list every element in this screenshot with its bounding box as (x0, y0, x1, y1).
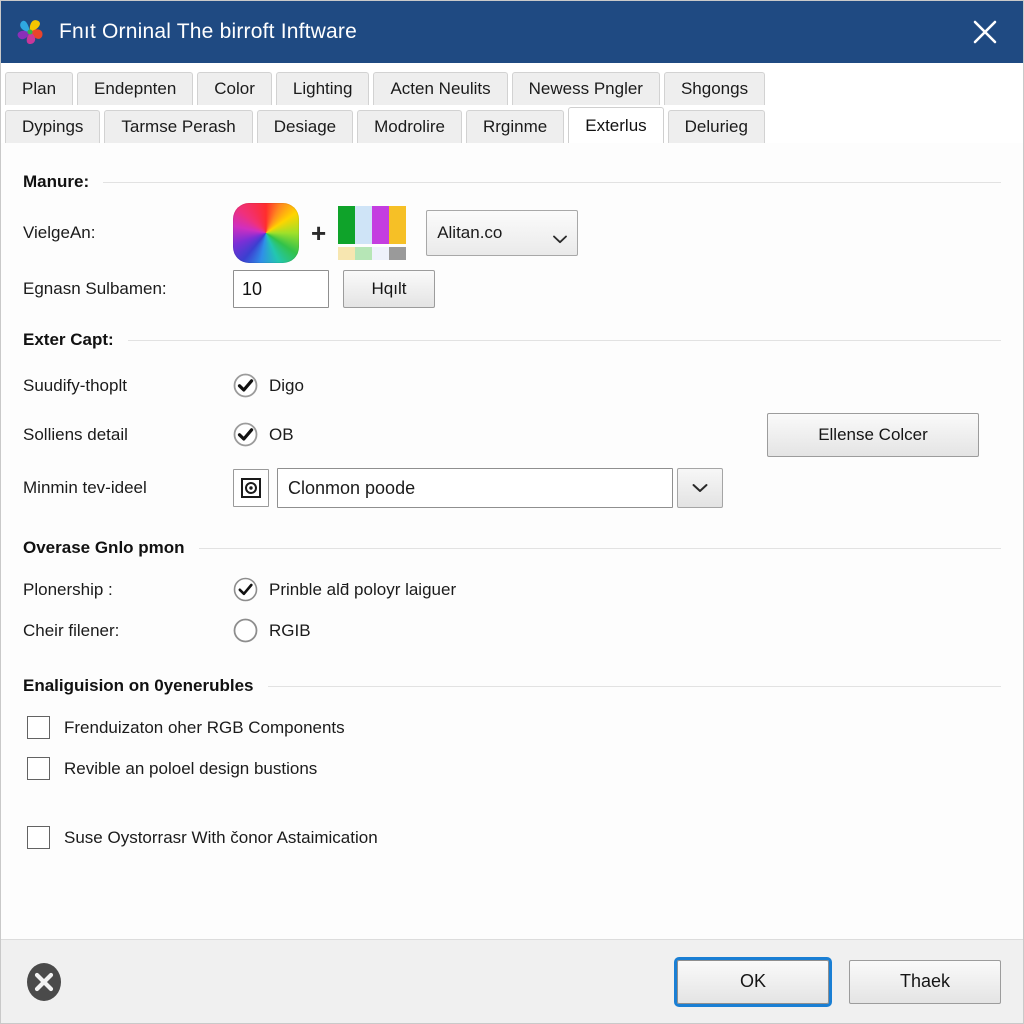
checkbox-label-frenduizaton: Frenduizaton oher RGB Components (64, 717, 345, 737)
label-cheir-filener: Cheir filener: (23, 620, 120, 640)
window-title: Fnıt Orninal The birroft Inftware (59, 20, 357, 43)
check-circle-icon[interactable] (233, 373, 258, 398)
label-suudify-thoplt: Suudify-thoplt (23, 375, 127, 395)
option-label-digo: Digo (269, 375, 304, 395)
checkbox-row-suse-oystorrasr: Suse Oystorrasr With čonor Astaimication (23, 817, 1001, 858)
palette-swatch[interactable] (372, 206, 390, 244)
row-minmin: Minmin tev-ideel (23, 459, 1001, 517)
tab-plan[interactable]: Plan (5, 72, 74, 105)
tab-color[interactable]: Color (197, 72, 272, 105)
palette-swatch[interactable] (389, 206, 407, 244)
label-vielgean: VielgeAn: (23, 223, 96, 242)
chevron-down-icon (553, 229, 568, 243)
divider (127, 339, 1001, 341)
pinwheel-logo-icon (15, 17, 45, 47)
cancel-button[interactable]: Thaek (849, 959, 1001, 1004)
group-title-overase: Overase Gnlo pmon (23, 538, 185, 557)
color-palette-icon[interactable] (338, 206, 407, 260)
tab-tarmse-perash[interactable]: Tarmse Perash (104, 110, 253, 143)
checkbox-label-revible: Revible an poloel design bustions (64, 758, 318, 778)
palette-swatch[interactable] (355, 206, 373, 244)
radio-unselected-icon[interactable] (233, 618, 258, 643)
ok-button[interactable]: OK (674, 956, 832, 1007)
plus-icon: + (311, 218, 327, 248)
label-minmin-tev-ideel: Minmin tev-ideel (23, 478, 147, 497)
group-header-exter-capt: Exter Capt: (23, 325, 1001, 355)
row-egnasn: Egnasn Sulbamen: Hqılt (23, 263, 1001, 315)
tab-strip: Plan Endepnten Color Lighting Acten Neul… (1, 63, 1023, 143)
row-cheir-filener: Cheir filener: RGIB (23, 610, 1001, 651)
target-icon[interactable] (233, 469, 269, 507)
tab-delurieg[interactable]: Delurieg (667, 110, 765, 143)
tab-newess-pngler[interactable]: Newess Pngler (511, 72, 660, 105)
hqilt-button[interactable]: Hqılt (343, 270, 435, 308)
ellense-colcer-button[interactable]: Ellense Colcer (767, 412, 979, 457)
tab-row-2: Dypings Tarmse Perash Desiage Modrolire … (1, 105, 1023, 143)
palette-swatch[interactable] (355, 247, 373, 260)
checkbox-row-revible: Revible an poloel design bustions (23, 748, 1001, 789)
close-icon[interactable] (965, 12, 1005, 52)
label-egnasn-sulbamen: Egnasn Sulbamen: (23, 279, 167, 298)
close-circle-icon[interactable] (23, 961, 65, 1003)
dialog-window: Fnıt Orninal The birroft Inftware Plan E… (0, 0, 1024, 1024)
option-label-rgib: RGIB (269, 620, 311, 640)
title-bar: Fnıt Orninal The birroft Inftware (1, 1, 1023, 63)
tab-desiage[interactable]: Desiage (256, 110, 354, 143)
group-title-enaliguision: Enaliguision on 0yenerubles (23, 676, 254, 695)
check-circle-icon[interactable] (233, 422, 258, 447)
tab-lighting[interactable]: Lighting (275, 72, 370, 105)
tab-exterlus[interactable]: Exterlus (568, 107, 664, 143)
tab-rrginme[interactable]: Rrginme (465, 110, 565, 143)
checkbox-frenduizaton[interactable] (27, 716, 50, 739)
color-wheel-icon[interactable] (233, 203, 299, 263)
palette-swatch[interactable] (338, 206, 356, 244)
label-plonership: Plonership : (23, 579, 113, 599)
divider (198, 547, 1001, 549)
palette-swatch[interactable] (389, 247, 407, 260)
row-plonership: Plonership : Prinble ald̄ poloyr laiguer (23, 569, 1001, 610)
tab-dypings[interactable]: Dypings (5, 110, 101, 143)
checkbox-label-suse-oystorrasr: Suse Oystorrasr With čonor Astaimication (64, 827, 378, 847)
row-suudify: Suudify-thoplt Digo (23, 361, 1001, 410)
divider (267, 685, 1001, 687)
dialog-body: Manure: VielgeAn: + Alitan.co Egnasn Sul… (1, 143, 1023, 939)
group-header-manure: Manure: (23, 167, 1001, 197)
group-title-exter-capt: Exter Capt: (23, 330, 114, 349)
option-label-prinble: Prinble ald̄ poloyr laiguer (269, 579, 457, 599)
label-solliens-detail: Solliens detail (23, 424, 128, 444)
palette-swatch[interactable] (372, 247, 390, 260)
egnasn-input[interactable] (233, 270, 329, 308)
checkbox-row-frenduizaton: Frenduizaton oher RGB Components (23, 707, 1001, 748)
tab-endepnten[interactable]: Endepnten (77, 72, 194, 105)
option-label-ob: OB (269, 424, 294, 444)
row-vielgean: VielgeAn: + Alitan.co (23, 203, 1001, 263)
tab-modrolire[interactable]: Modrolire (357, 110, 462, 143)
chevron-down-icon[interactable] (677, 468, 723, 508)
checkbox-revible[interactable] (27, 757, 50, 780)
group-header-enaliguision: Enaliguision on 0yenerubles (23, 671, 1001, 701)
checkbox-suse-oystorrasr[interactable] (27, 826, 50, 849)
radio-selected-icon[interactable] (233, 577, 258, 602)
dialog-footer: OK Thaek (1, 939, 1023, 1023)
tab-shgongs[interactable]: Shgongs (663, 72, 766, 105)
dropdown-value: Alitan.co (437, 223, 503, 242)
group-header-overase: Overase Gnlo pmon (23, 533, 1001, 563)
alitan-dropdown[interactable]: Alitan.co (426, 210, 579, 256)
tab-row-1: Plan Endepnten Color Lighting Acten Neul… (1, 69, 1023, 105)
tab-acten-neulits[interactable]: Acten Neulits (373, 72, 508, 105)
palette-swatch[interactable] (338, 247, 356, 260)
row-solliens: Solliens detail OB Ellense Colcer (23, 410, 1001, 459)
clonmon-poode-input[interactable] (277, 468, 673, 508)
group-title-manure: Manure: (23, 172, 90, 191)
divider (103, 181, 1001, 183)
